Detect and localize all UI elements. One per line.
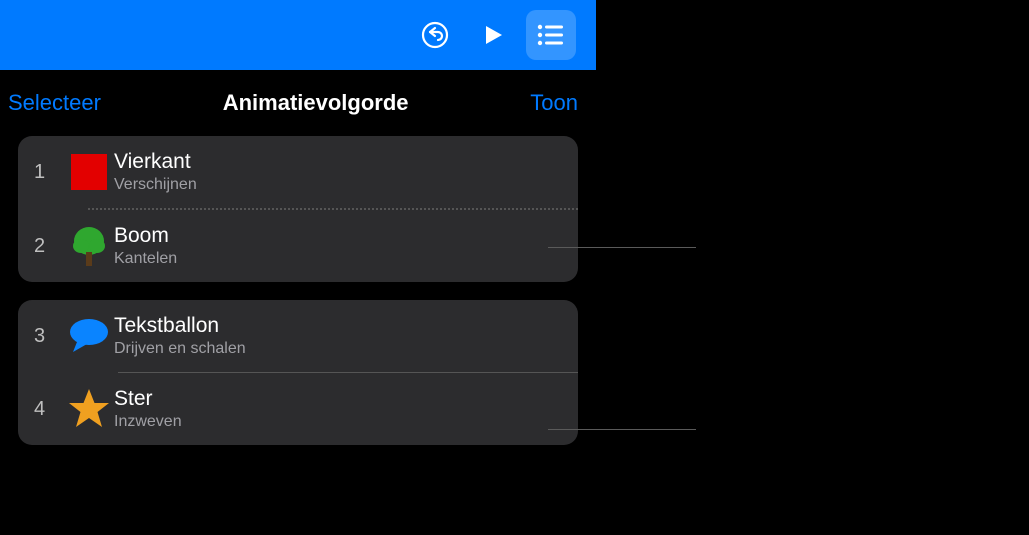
row-title: Boom — [114, 224, 177, 248]
row-title: Vierkant — [114, 150, 197, 174]
header-row: Selecteer Animatievolgorde Toon — [0, 70, 596, 136]
star-icon — [64, 387, 114, 431]
animation-order-panel: Selecteer Animatievolgorde Toon 1 Vierka… — [0, 0, 596, 535]
tree-icon — [64, 224, 114, 268]
animation-group: 3 Tekstballon Drijven en schalen 4 St — [18, 300, 578, 445]
animation-row[interactable]: 1 Vierkant Verschijnen — [18, 136, 578, 208]
undo-button[interactable] — [410, 10, 460, 60]
row-subtitle: Kantelen — [114, 250, 177, 268]
row-number: 1 — [34, 161, 64, 184]
row-subtitle: Verschijnen — [114, 176, 197, 194]
square-icon — [64, 150, 114, 194]
row-number: 4 — [34, 398, 64, 421]
animation-group: 1 Vierkant Verschijnen 2 Boom — [18, 136, 578, 282]
list-icon — [536, 23, 566, 47]
show-button[interactable]: Toon — [530, 90, 578, 116]
row-number: 3 — [34, 325, 64, 348]
play-icon — [481, 23, 505, 47]
topbar — [0, 0, 596, 70]
panel-title: Animatievolgorde — [223, 90, 409, 116]
row-subtitle: Inzweven — [114, 413, 182, 431]
row-title: Tekstballon — [114, 314, 246, 338]
animation-row[interactable]: 3 Tekstballon Drijven en schalen — [18, 300, 578, 372]
select-button[interactable]: Selecteer — [8, 90, 101, 116]
row-number: 2 — [34, 235, 64, 258]
row-title: Ster — [114, 387, 182, 411]
callout-line — [548, 247, 696, 248]
animation-row[interactable]: 4 Ster Inzweven — [18, 373, 578, 445]
row-subtitle: Drijven en schalen — [114, 340, 246, 358]
play-button[interactable] — [468, 10, 518, 60]
animation-row[interactable]: 2 Boom Kantelen — [18, 210, 578, 282]
speech-bubble-icon — [64, 314, 114, 358]
callout-line — [548, 429, 696, 430]
undo-icon — [419, 19, 451, 51]
list-view-button[interactable] — [526, 10, 576, 60]
